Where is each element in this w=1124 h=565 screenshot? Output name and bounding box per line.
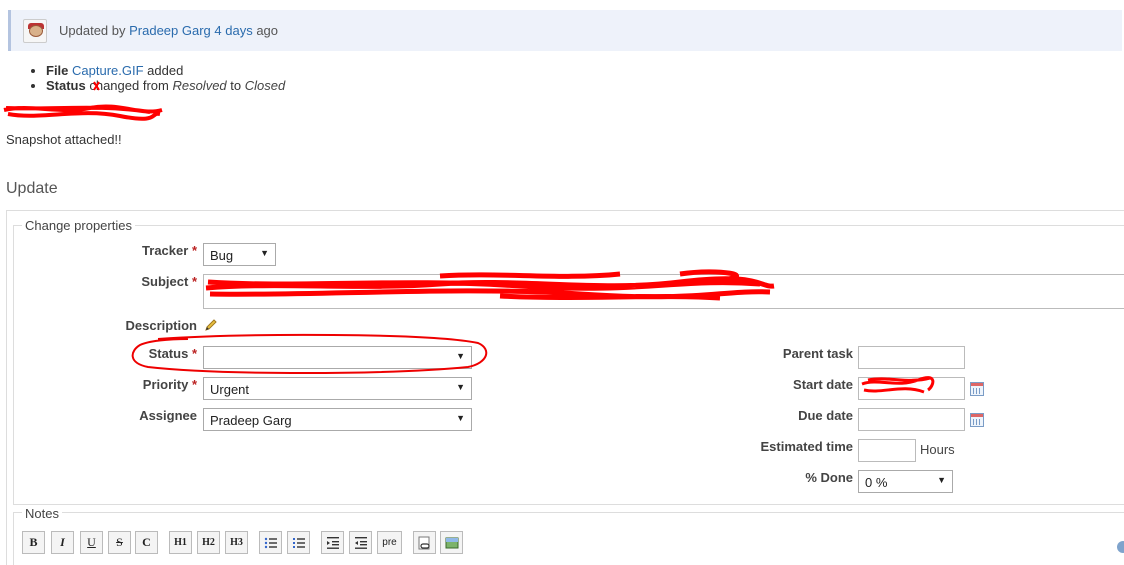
update-heading: Update: [6, 180, 58, 197]
priority-value: Urgent: [210, 382, 250, 397]
journal-prefix: Updated by: [59, 23, 130, 38]
journal-details: File Capture.GIF added Status changed fr…: [46, 63, 285, 93]
tracker-required: *: [191, 243, 197, 258]
chevron-down-icon: ▼: [260, 248, 269, 258]
estimated-time-label: Estimated time: [760, 439, 853, 454]
assignee-value: Pradeep Garg: [210, 413, 292, 428]
detail-file-label: File: [46, 63, 69, 78]
tracker-label-text: Tracker: [142, 243, 189, 258]
preformatted-button[interactable]: pre: [377, 531, 402, 554]
redaction-scribble-start-date: [861, 376, 935, 394]
detail-status-from: Resolved: [172, 78, 227, 93]
notes-legend: Notes: [22, 506, 62, 521]
done-value: 0 %: [865, 475, 888, 490]
indent-button[interactable]: [321, 531, 344, 554]
ordered-list-button[interactable]: [287, 531, 310, 554]
done-label: % Done: [805, 470, 853, 485]
detail-status-to-text: to: [226, 78, 245, 93]
image-button[interactable]: [440, 531, 463, 554]
chevron-down-icon: ▼: [456, 382, 465, 392]
priority-required: *: [191, 377, 197, 392]
journal-meta: Updated by Pradeep Garg 4 days ago: [59, 23, 278, 38]
strikethrough-button[interactable]: S: [108, 531, 131, 554]
redaction-scribble-comment: [3, 104, 163, 121]
detail-file: File Capture.GIF added: [46, 63, 285, 78]
due-date-input[interactable]: [858, 408, 965, 431]
journal-header: Updated by Pradeep Garg 4 days ago: [8, 10, 1122, 51]
link-button[interactable]: [413, 531, 436, 554]
estimated-time-input[interactable]: [858, 439, 916, 462]
detail-status-to: Closed: [244, 78, 286, 93]
priority-label: Priority *: [100, 377, 197, 392]
ordered-list-icon: [292, 538, 305, 548]
time-link[interactable]: 4 days: [214, 23, 252, 38]
parent-task-label: Parent task: [782, 346, 853, 361]
tracker-label: Tracker *: [100, 243, 197, 258]
author-link[interactable]: Pradeep Garg: [129, 23, 211, 38]
parent-task-input[interactable]: [858, 346, 965, 369]
priority-select[interactable]: Urgent ▼: [203, 377, 472, 400]
redaction-scribble-subject: [205, 269, 775, 301]
calendar-icon[interactable]: [970, 413, 984, 427]
start-date-label: Start date: [793, 377, 853, 392]
heading3-button[interactable]: H3: [225, 531, 248, 554]
avatar: [23, 18, 47, 43]
assignee-label: Assignee: [139, 408, 197, 423]
italic-button[interactable]: I: [51, 531, 74, 554]
code-button[interactable]: C: [135, 531, 158, 554]
avatar-face-icon: [29, 24, 43, 37]
redaction-scribble-status-detail: [93, 81, 100, 91]
chevron-down-icon: ▼: [456, 413, 465, 423]
tracker-value: Bug: [210, 248, 234, 263]
comment-text: Snapshot attached!!: [6, 132, 122, 147]
image-icon: [445, 537, 458, 549]
pencil-edit-icon[interactable]: [204, 318, 218, 332]
calendar-icon[interactable]: [970, 382, 984, 396]
assignee-select[interactable]: Pradeep Garg ▼: [203, 408, 472, 431]
link-icon: [418, 536, 430, 550]
chevron-down-icon: ▼: [937, 475, 946, 485]
heading2-button[interactable]: H2: [197, 531, 220, 554]
unordered-list-icon: [264, 537, 277, 549]
detail-file-action: added: [143, 63, 184, 78]
file-link[interactable]: Capture.GIF: [72, 63, 144, 78]
subject-label-text: Subject: [141, 274, 189, 289]
heading1-button[interactable]: H1: [169, 531, 192, 554]
outdent-button[interactable]: [349, 531, 372, 554]
change-properties-legend: Change properties: [22, 218, 135, 233]
description-label: Description: [125, 318, 197, 333]
priority-label-text: Priority: [142, 377, 189, 392]
subject-label: Subject *: [100, 274, 197, 289]
status-highlight-circle: [131, 333, 488, 374]
bold-button[interactable]: B: [22, 531, 45, 554]
underline-button[interactable]: U: [80, 531, 103, 554]
due-date-label: Due date: [798, 408, 853, 423]
subject-required: *: [191, 274, 197, 289]
journal-suffix: ago: [252, 23, 279, 38]
done-select[interactable]: 0 % ▼: [858, 470, 953, 493]
outdent-icon: [354, 537, 367, 549]
unordered-list-button[interactable]: [259, 531, 282, 554]
detail-status: Status changed from Resolved to Closed: [46, 78, 285, 93]
tracker-select[interactable]: Bug ▼: [203, 243, 276, 266]
hours-unit: Hours: [920, 442, 955, 457]
indent-icon: [326, 537, 339, 549]
detail-status-label: Status: [46, 78, 86, 93]
help-icon[interactable]: [1117, 541, 1124, 553]
